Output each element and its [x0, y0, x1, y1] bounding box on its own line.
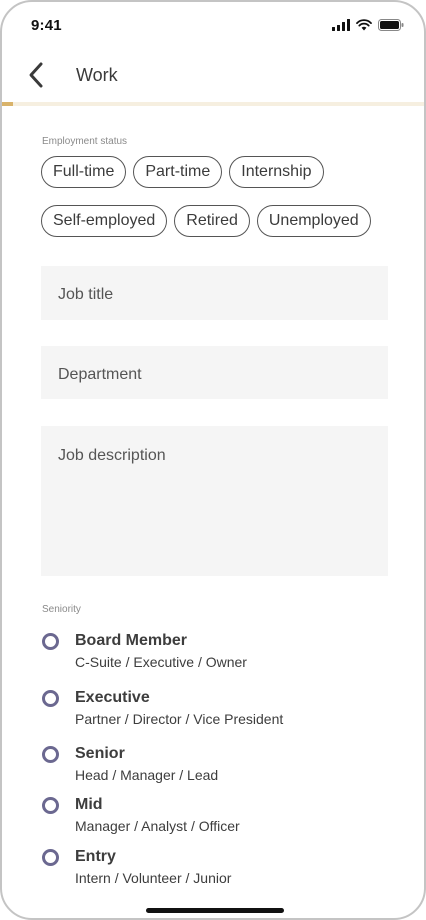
status-bar: 9:41 [2, 2, 424, 46]
chip-full-time[interactable]: Full-time [41, 156, 127, 188]
chip-row: Self-employed Retired Unemployed [41, 205, 401, 237]
chip-unemployed[interactable]: Unemployed [256, 205, 371, 237]
job-description-placeholder: Job description [58, 447, 166, 464]
seniority-label: Seniority [42, 604, 81, 615]
chevron-left-icon [29, 62, 43, 88]
status-icons [332, 19, 404, 31]
radio-button[interactable] [42, 746, 59, 763]
phone-frame: 9:41 Work Employment status Full-time Pa… [0, 0, 426, 920]
progress-bar [2, 102, 424, 106]
chip-row: Full-time Part-time Internship [41, 156, 401, 188]
chip-part-time[interactable]: Part-time [133, 156, 223, 188]
seniority-option-board-member[interactable]: Board Member C-Suite / Executive / Owner [40, 630, 390, 674]
back-button[interactable] [24, 60, 50, 90]
progress-fill [2, 102, 13, 106]
seniority-title: Board Member [75, 632, 188, 649]
wifi-icon [356, 19, 372, 31]
seniority-option-senior[interactable]: Senior Head / Manager / Lead [40, 743, 390, 787]
job-title-placeholder: Job title [58, 286, 114, 303]
radio-button[interactable] [42, 633, 59, 650]
seniority-subtitle: C-Suite / Executive / Owner [75, 654, 247, 670]
radio-button[interactable] [42, 690, 59, 707]
seniority-title: Entry [75, 848, 116, 865]
employment-status-label: Employment status [42, 136, 128, 147]
seniority-subtitle: Intern / Volunteer / Junior [75, 870, 232, 886]
seniority-subtitle: Manager / Analyst / Officer [75, 818, 240, 834]
job-title-field[interactable]: Job title [41, 266, 388, 320]
seniority-subtitle: Head / Manager / Lead [75, 767, 219, 783]
chip-retired[interactable]: Retired [174, 205, 250, 237]
department-field[interactable]: Department [41, 346, 388, 399]
chip-internship[interactable]: Internship [229, 156, 324, 188]
seniority-title: Executive [75, 689, 150, 706]
radio-button[interactable] [42, 849, 59, 866]
home-indicator [146, 908, 284, 913]
header: Work [2, 46, 424, 104]
status-time: 9:41 [31, 17, 62, 34]
seniority-title: Senior [75, 745, 125, 762]
chip-self-employed[interactable]: Self-employed [41, 205, 168, 237]
seniority-option-mid[interactable]: Mid Manager / Analyst / Officer [40, 794, 390, 838]
seniority-title: Mid [75, 796, 103, 813]
signal-icon [332, 19, 350, 31]
page-title: Work [76, 65, 118, 85]
employment-status-options: Full-time Part-time Internship Self-empl… [41, 156, 401, 254]
battery-icon [378, 19, 404, 31]
seniority-option-executive[interactable]: Executive Partner / Director / Vice Pres… [40, 687, 390, 731]
department-placeholder: Department [58, 366, 142, 383]
seniority-option-entry[interactable]: Entry Intern / Volunteer / Junior [40, 846, 390, 890]
radio-button[interactable] [42, 797, 59, 814]
seniority-subtitle: Partner / Director / Vice President [75, 711, 284, 727]
job-description-field[interactable]: Job description [41, 426, 388, 576]
